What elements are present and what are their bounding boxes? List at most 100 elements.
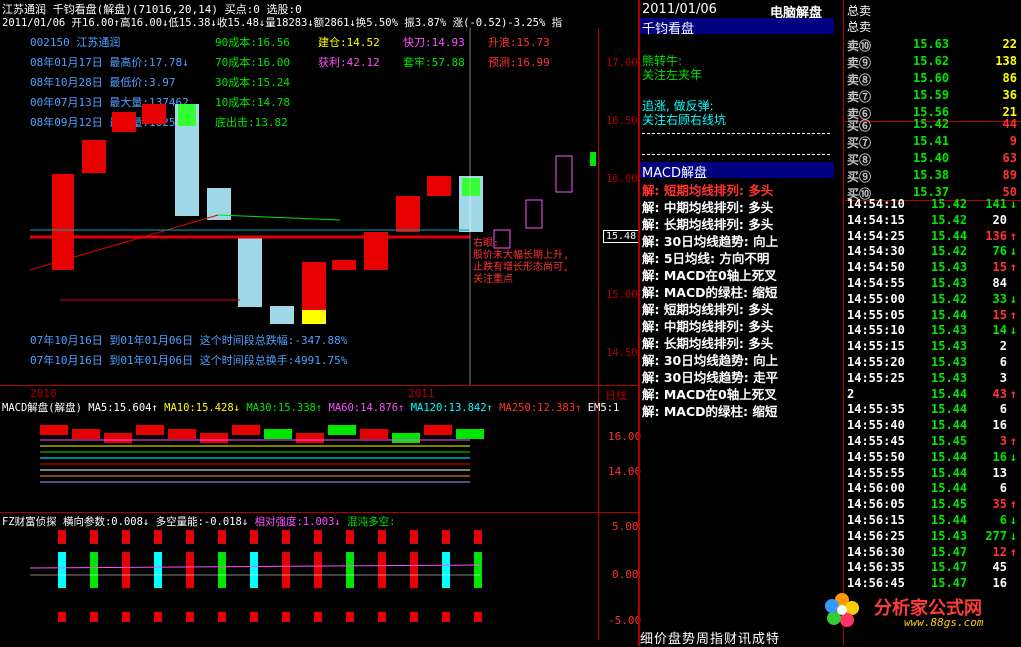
- candle: [442, 530, 450, 544]
- tick-row: 14:54:50 15.43 15 ↑: [845, 259, 1021, 275]
- annotation-line: 关注重点: [473, 274, 513, 285]
- sell-price: 15.60: [913, 71, 950, 85]
- tick-row: 14:56:00 15.44 6: [845, 480, 1021, 496]
- tick-volume: 84: [992, 276, 1007, 290]
- buy-volume: 9: [1009, 134, 1017, 148]
- tick-time: 14:55:10: [847, 323, 905, 338]
- sell-row: 卖⑨ 15.62 138: [845, 53, 1021, 70]
- fz-legend: FZ财富侦探 横向参数:0.008↓ 多空量能:-0.018↓ 相对强度:1.0…: [2, 514, 395, 529]
- date-label-2011: 2011: [408, 387, 435, 400]
- tick-volume: 141: [985, 197, 1007, 211]
- sell-price: 15.63: [913, 37, 950, 51]
- tick-volume: 136: [985, 228, 1007, 243]
- tick-arrow: ↓: [1009, 449, 1017, 464]
- tick-time: 14:56:45: [847, 576, 905, 591]
- tick-price: 15.45: [931, 497, 968, 512]
- buy-price: 15.42: [913, 117, 950, 131]
- analysis-panel: 2011/01/06 电脑解盘 千钧看盘 熊转牛: 关注左夹年 追涨, 做反弹:…: [640, 0, 834, 647]
- candle: [40, 425, 68, 435]
- sell-level: 卖⑦: [847, 90, 872, 104]
- candle: [90, 612, 98, 622]
- tick-time: 14:56:25: [847, 528, 905, 543]
- sell-volume: 36: [1002, 88, 1017, 102]
- candle: [250, 552, 258, 588]
- candle: [154, 530, 162, 544]
- tick-arrow: ↑: [1009, 497, 1017, 512]
- panel-date: 2011/01/06: [642, 2, 717, 17]
- candle: [346, 612, 354, 622]
- candle: [302, 310, 326, 324]
- tick-price: 15.44: [931, 481, 968, 496]
- kline-chart[interactable]: 江苏通润 千钧看盘(解盘)(71016,20,14) 买点:0 选股:0 201…: [0, 0, 642, 646]
- candle: [122, 612, 130, 622]
- tick-row: 14:55:40 15.44 16: [845, 417, 1021, 433]
- tick-arrow: ↑: [1009, 434, 1017, 448]
- tick-price: 15.42: [931, 197, 968, 211]
- tick-row: 14:55:05 15.44 15 ↑: [845, 307, 1021, 323]
- tick-time: 14:55:55: [847, 465, 905, 480]
- tick-row: 14:55:15 15.43 2: [845, 338, 1021, 354]
- annotation-line: 右眼:: [473, 238, 500, 249]
- candle: [72, 429, 100, 439]
- candle: [90, 530, 98, 544]
- buy-row: 买⑨ 15.38 89: [845, 167, 1021, 184]
- tick-price: 15.44: [931, 418, 968, 433]
- tick-row: 14:55:20 15.43 6: [845, 354, 1021, 370]
- macd-axis-label: 16.00: [608, 430, 642, 443]
- tick-arrow: ↑: [1009, 228, 1017, 243]
- candle: [104, 433, 132, 443]
- candle: [186, 530, 194, 544]
- tick-price: 15.43: [931, 355, 968, 369]
- tick-volume: 6: [999, 402, 1007, 417]
- tick-volume: 277: [985, 528, 1007, 543]
- tick-volume: 16: [992, 576, 1007, 591]
- tick-time: 14:55:00: [847, 291, 905, 306]
- tick-volume: 3: [999, 434, 1007, 448]
- tick-arrow: ↑: [1009, 307, 1017, 322]
- tick-time: 14:56:35: [847, 560, 905, 575]
- price-axis-label: 17.00: [606, 57, 638, 69]
- tick-row: 14:55:50 15.44 16 ↓: [845, 449, 1021, 465]
- ma5-label: MA5:15.604↑: [88, 402, 158, 414]
- candle: [392, 433, 420, 443]
- candle: [474, 612, 482, 622]
- fz-title: FZ财富侦探: [2, 516, 57, 528]
- candle: [250, 530, 258, 544]
- tick-price: 15.43: [931, 339, 968, 354]
- candle: [186, 552, 194, 588]
- tick-price: 15.44: [931, 228, 968, 243]
- candle: [378, 552, 386, 588]
- candle: [218, 552, 226, 588]
- candle: [154, 552, 162, 588]
- panel-tabs[interactable]: 细价盘势周指财讯成特: [640, 628, 780, 647]
- tick-volume: 16: [992, 418, 1007, 433]
- candle: [360, 429, 388, 439]
- fz-axis-label: 0.00: [612, 568, 639, 581]
- tick-volume: 35: [992, 497, 1007, 512]
- tick-arrow: ↓: [1009, 323, 1017, 338]
- tick-arrow: ↓: [1009, 291, 1017, 306]
- analysis-item: 解: MACD的绿柱: 缩短: [642, 404, 778, 419]
- fz-axis-label: 5.00: [612, 520, 639, 533]
- candle: [378, 530, 386, 544]
- candle: [250, 612, 258, 622]
- buy-volume: 44: [1002, 117, 1017, 131]
- buy-level: 买⑨: [847, 170, 872, 184]
- sell-row: 卖⑧ 15.60 86: [845, 70, 1021, 87]
- tick-price: 15.43: [931, 528, 968, 543]
- tick-volume: 76: [992, 244, 1007, 259]
- tick-row: 14:55:45 15.45 3 ↑: [845, 433, 1021, 449]
- candle: [555, 155, 573, 193]
- tick-price: 15.42: [931, 212, 968, 227]
- candle: [396, 196, 420, 232]
- tick-volume: 6: [999, 355, 1007, 369]
- annotation-line: 股价未大幅长期上升,: [473, 250, 570, 261]
- kanpan-title: 千钧看盘: [640, 18, 834, 37]
- ma-legend: MACD解盘(解盘) MA5:15.604↑ MA10:15.428↓ MA30…: [2, 400, 619, 415]
- price-axis-label: 15.00: [606, 289, 638, 301]
- tick-volume: 6: [999, 481, 1007, 496]
- tick-row: 14:55:25 15.43 3: [845, 370, 1021, 386]
- current-price-tag: 15.48: [603, 230, 640, 243]
- macd-axis-label: 14.00: [608, 465, 642, 478]
- fz-param: 多空量能:-0.018↓: [155, 516, 249, 528]
